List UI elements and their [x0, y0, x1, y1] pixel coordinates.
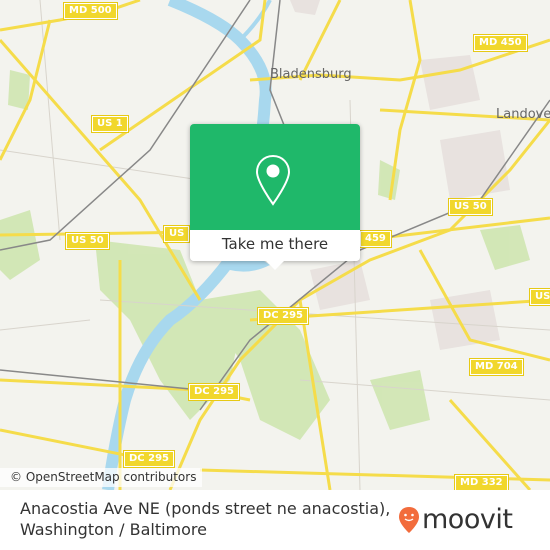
moovit-pin-icon [399, 506, 419, 533]
moovit-logo: moovit [398, 504, 513, 535]
route-shield: 459 [359, 230, 392, 248]
route-shield: MD 332 [454, 474, 509, 490]
map-attribution[interactable]: © OpenStreetMap contributors [0, 468, 203, 487]
route-shield: US 50 [529, 288, 550, 306]
popup-header [190, 124, 360, 230]
route-shield: DC 295 [123, 450, 175, 468]
place-label-bladensburg: Bladensburg [270, 67, 352, 82]
address: Anacostia Ave NE (ponds street ne anacos… [20, 498, 390, 540]
footer: Anacostia Ave NE (ponds street ne anacos… [0, 490, 550, 550]
place-label-landover: Landover [496, 107, 550, 122]
route-shield: US 50 [65, 232, 110, 250]
route-shield: MD 450 [473, 34, 528, 52]
route-shield: US 50 [448, 198, 493, 216]
route-shield: MD 500 [63, 2, 118, 20]
route-shield: MD 704 [469, 358, 524, 376]
address-line-2: Washington / Baltimore [20, 520, 207, 539]
route-shield: DC 295 [188, 383, 240, 401]
logo-text: moovit [422, 504, 513, 535]
route-shield: US [162, 225, 191, 243]
popup-pointer [266, 261, 284, 270]
map[interactable]: Bladensburg Landover MD 500 MD 450 US 1 … [0, 0, 550, 490]
route-shield: US 1 [91, 115, 129, 133]
address-line-1: Anacostia Ave NE (ponds street ne anacos… [20, 499, 391, 518]
map-pin-icon [255, 154, 291, 206]
location-popup: Take me there [190, 124, 360, 270]
route-shield: DC 295 [257, 307, 309, 325]
take-me-there-button[interactable]: Take me there [190, 230, 360, 261]
